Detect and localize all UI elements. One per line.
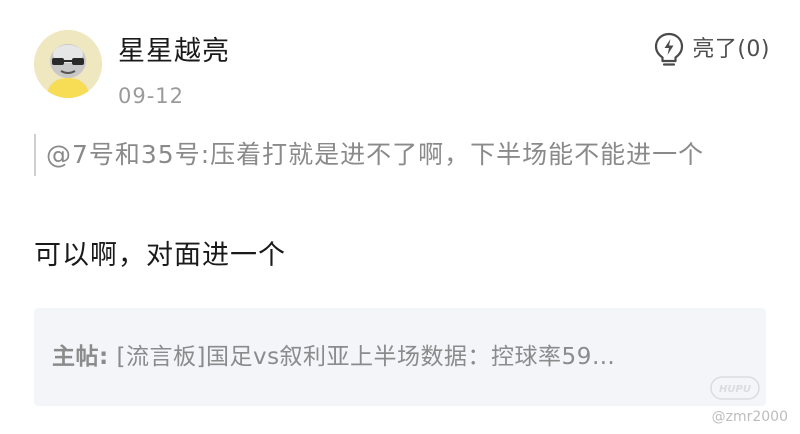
reply-text: 可以啊，对面进一个 xyxy=(34,240,286,271)
watermark-handle: @zmr2000 xyxy=(711,409,788,425)
like-label: 亮了(0) xyxy=(692,37,770,62)
username[interactable]: 星星越亮 xyxy=(118,34,230,70)
main-post-title: [流言板]国足vs叙利亚上半场数据：控球率59… xyxy=(116,344,616,370)
main-post-tag: 主帖: xyxy=(52,344,109,370)
avatar-image xyxy=(34,30,102,98)
hupu-watermark-text: HUPU xyxy=(719,384,751,395)
avatar[interactable] xyxy=(34,30,102,98)
quoted-comment: @7号和35号:压着打就是进不了啊，下半场能不能进一个 xyxy=(34,134,766,176)
hupu-watermark-logo: HUPU xyxy=(710,376,760,400)
like-button[interactable]: 亮了(0) xyxy=(654,30,770,70)
post-date: 09-12 xyxy=(118,84,185,108)
lightning-bulb-icon xyxy=(655,32,684,66)
main-post-link[interactable]: 主帖: [流言板]国足vs叙利亚上半场数据：控球率59… xyxy=(34,308,766,406)
main-post-summary: 主帖: [流言板]国足vs叙利亚上半场数据：控球率59… xyxy=(52,341,742,373)
